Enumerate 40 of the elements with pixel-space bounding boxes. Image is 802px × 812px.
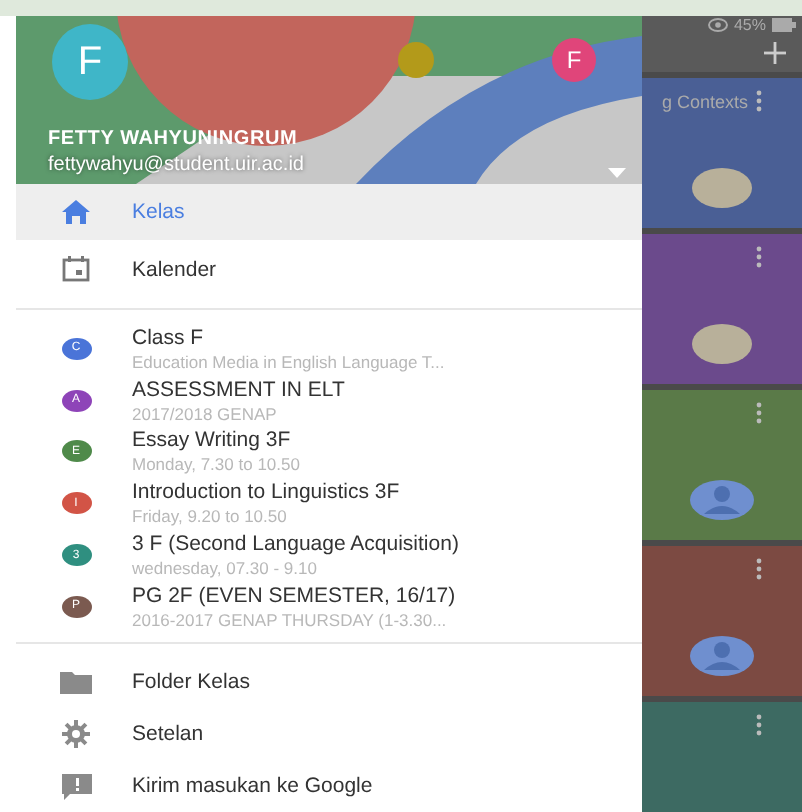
- class-subtitle: Education Media in English Language T...: [132, 351, 445, 372]
- menu-item[interactable]: Kirim masukan ke Google: [16, 760, 642, 812]
- class-title: Introduction to Linguistics 3F: [132, 480, 400, 505]
- class-subtitle: Monday, 7.30 to 10.50: [132, 454, 300, 475]
- battery-percentage: 45%: [733, 16, 766, 34]
- battery-icon: [772, 18, 796, 32]
- more-options-icon: [756, 90, 762, 112]
- folder-icon: [60, 671, 92, 694]
- more-options-icon: [756, 402, 762, 424]
- nav-item[interactable]: Kalender: [16, 240, 642, 299]
- account-name: FETTY WAHYUNINGRUM: [48, 128, 300, 150]
- eye-icon: [707, 18, 728, 32]
- class-title: Essay Writing 3F: [132, 428, 293, 453]
- settings-icon: [62, 720, 90, 749]
- class-subtitle: 2016-2017 GENAP THURSDAY (1-3.30...: [132, 609, 449, 630]
- more-options-icon: [756, 246, 762, 268]
- photo-placeholder: [692, 168, 752, 208]
- class-title: ASSESSMENT IN ELT: [132, 377, 345, 402]
- class-subtitle: 2017/2018 GENAP: [132, 403, 279, 424]
- menu-item[interactable]: Folder Kelas: [16, 656, 642, 709]
- more-options-icon: [756, 714, 762, 736]
- menu-item[interactable]: Setelan: [16, 708, 642, 761]
- more-options-icon: [756, 558, 762, 580]
- class-title: PG 2F (EVEN SEMESTER, 16/17): [132, 583, 456, 608]
- photo-placeholder: [692, 324, 752, 364]
- feedback-icon: [61, 773, 91, 800]
- class-subtitle: Friday, 9.20 to 10.50: [132, 506, 289, 527]
- dropdown-caret-icon: [608, 168, 626, 178]
- person-avatar-icon: [690, 480, 754, 520]
- card-title: g Contexts: [661, 91, 748, 111]
- calendar-icon: [62, 256, 90, 283]
- class-card[interactable]: [642, 546, 802, 696]
- class-card[interactable]: [642, 234, 802, 384]
- plus-icon: [764, 42, 786, 64]
- class-title: Class F: [132, 325, 206, 350]
- class-subtitle: wednesday, 07.30 - 9.10: [132, 558, 319, 579]
- home-icon: [62, 199, 90, 224]
- class-card[interactable]: [642, 390, 802, 540]
- class-title: 3 F (Second Language Acquisition): [132, 532, 459, 557]
- person-avatar-icon: [690, 636, 754, 676]
